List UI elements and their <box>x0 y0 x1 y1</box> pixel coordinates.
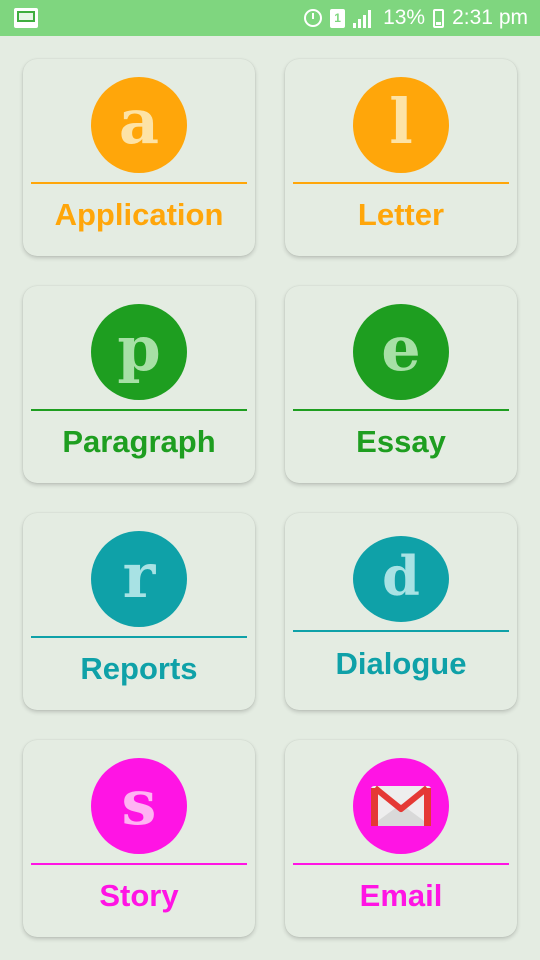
letter-card[interactable]: l Letter <box>285 59 517 256</box>
letter-letter-icon: l <box>353 77 449 173</box>
divider <box>31 182 247 184</box>
reports-letter-icon: r <box>91 531 187 627</box>
email-label: Email <box>359 878 443 913</box>
divider <box>293 863 509 865</box>
reports-label: Reports <box>80 651 198 686</box>
app-notification-icon <box>14 8 38 28</box>
divider <box>31 636 247 638</box>
email-card[interactable]: Email <box>285 740 517 937</box>
paragraph-label: Paragraph <box>62 424 216 459</box>
reports-card[interactable]: r Reports <box>23 513 255 710</box>
application-letter-icon: a <box>91 77 187 173</box>
application-card[interactable]: a Application <box>23 59 255 256</box>
essay-label: Essay <box>356 424 446 459</box>
email-circle <box>353 758 449 854</box>
paragraph-card[interactable]: p Paragraph <box>23 286 255 483</box>
divider <box>31 409 247 411</box>
signal-icon <box>353 8 375 28</box>
divider <box>293 630 509 632</box>
battery-percent: 13% <box>383 6 426 29</box>
divider <box>31 863 247 865</box>
paragraph-letter-icon: p <box>91 304 187 400</box>
letter-label: Letter <box>357 197 445 232</box>
dialogue-letter-icon: d <box>353 536 449 622</box>
story-card[interactable]: s Story <box>23 740 255 937</box>
clock: 2:31 pm <box>452 6 528 29</box>
application-label: Application <box>54 197 224 232</box>
dialogue-label: Dialogue <box>335 646 467 681</box>
status-indicators: 1 13% 2:31 pm <box>304 0 528 36</box>
sim-icon: 1 <box>330 8 346 28</box>
alarm-icon <box>304 9 323 27</box>
battery-charging-icon <box>433 8 445 28</box>
status-bar: 1 13% 2:31 pm <box>0 0 540 36</box>
dialogue-card[interactable]: d Dialogue <box>285 513 517 710</box>
essay-letter-icon: e <box>353 304 449 400</box>
essay-card[interactable]: e Essay <box>285 286 517 483</box>
divider <box>293 182 509 184</box>
divider <box>293 409 509 411</box>
gmail-envelope-icon <box>371 785 431 826</box>
story-letter-icon: s <box>91 758 187 854</box>
story-label: Story <box>99 878 179 913</box>
